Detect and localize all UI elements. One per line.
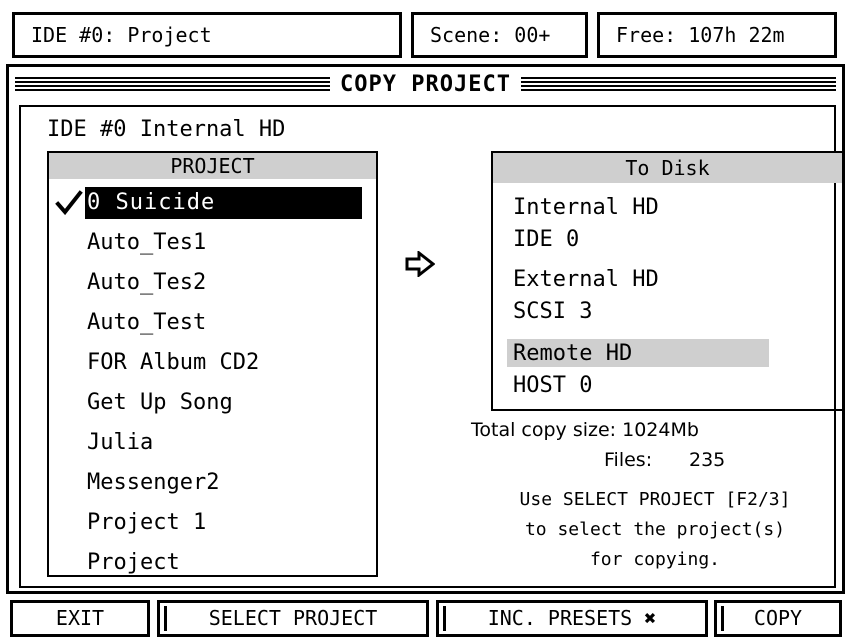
destination-disk-header: To Disk	[493, 153, 842, 183]
project-item[interactable]: Auto_Test	[87, 307, 206, 339]
scene-status-box: Scene: 00+	[411, 12, 588, 58]
help-line-1: Use SELECT PROJECT [F2/3]	[519, 489, 791, 510]
title-rule-right	[520, 77, 837, 91]
disk-option-id: IDE 0	[513, 227, 580, 252]
dialog-title: COPY PROJECT	[340, 71, 511, 97]
check-icon	[55, 190, 83, 216]
copy-project-dialog: COPY PROJECT IDE #0 Internal HD PROJECT …	[6, 64, 845, 594]
dialog-title-bar: COPY PROJECT	[9, 67, 842, 101]
select-project-button[interactable]: SELECT PROJECT	[157, 600, 429, 637]
files-count: 235	[689, 449, 726, 471]
project-list-header: PROJECT	[49, 153, 376, 179]
inc-presets-button[interactable]: INC. PRESETS ✖	[436, 600, 708, 637]
copy-button[interactable]: COPY	[714, 600, 842, 637]
scene-status-text: Scene: 00+	[430, 23, 551, 47]
exit-button[interactable]: EXIT	[10, 600, 150, 637]
button-edge	[721, 606, 724, 631]
project-item[interactable]: Project 1	[87, 507, 206, 539]
project-item[interactable]: Auto_Tes1	[87, 227, 206, 259]
project-item[interactable]: Messenger2	[87, 467, 219, 499]
free-space-text: Free: 107h 22m	[616, 23, 785, 47]
destination-disk-list[interactable]: To Disk Internal HD IDE 0 External HD SC…	[491, 151, 844, 411]
select-project-button-label: SELECT PROJECT	[208, 606, 378, 630]
button-edge	[164, 606, 167, 631]
inc-presets-button-label: INC. PRESETS ✖	[487, 606, 657, 630]
disk-option-id: HOST 0	[513, 373, 593, 398]
project-item[interactable]: Julia	[87, 427, 153, 459]
project-item[interactable]: FOR Album CD2	[87, 347, 259, 379]
copy-button-label: COPY	[753, 606, 803, 630]
project-list[interactable]: PROJECT 0 Suicide Auto_Tes1 Auto_Tes2 Au…	[47, 151, 378, 577]
project-item-selected[interactable]: 0 Suicide	[85, 187, 362, 219]
disk-option-id: SCSI 3	[513, 299, 593, 324]
button-edge	[443, 606, 446, 631]
source-drive-label: IDE #0 Internal HD	[47, 117, 286, 142]
drive-status-box: IDE #0: Project	[12, 12, 402, 58]
right-arrow-icon	[405, 251, 435, 277]
title-rule-left	[15, 77, 331, 91]
exit-button-label: EXIT	[55, 606, 105, 630]
project-item[interactable]: Project	[87, 547, 180, 579]
dialog-body: IDE #0 Internal HD PROJECT 0 Suicide Aut…	[19, 105, 844, 588]
disk-option-name: External HD	[513, 267, 659, 292]
total-copy-size: Total copy size: 1024Mb	[471, 419, 699, 441]
free-space-box: Free: 107h 22m	[597, 12, 837, 58]
project-item[interactable]: Auto_Tes2	[87, 267, 206, 299]
disk-option-name: Remote HD	[513, 341, 633, 366]
disk-option-name: Internal HD	[513, 195, 659, 220]
drive-status-text: IDE #0: Project	[31, 23, 212, 47]
help-line-3: for copying.	[589, 549, 721, 570]
project-item[interactable]: Get Up Song	[87, 387, 233, 419]
files-label: Files:	[604, 449, 653, 471]
help-line-2: to select the project(s)	[524, 519, 786, 540]
